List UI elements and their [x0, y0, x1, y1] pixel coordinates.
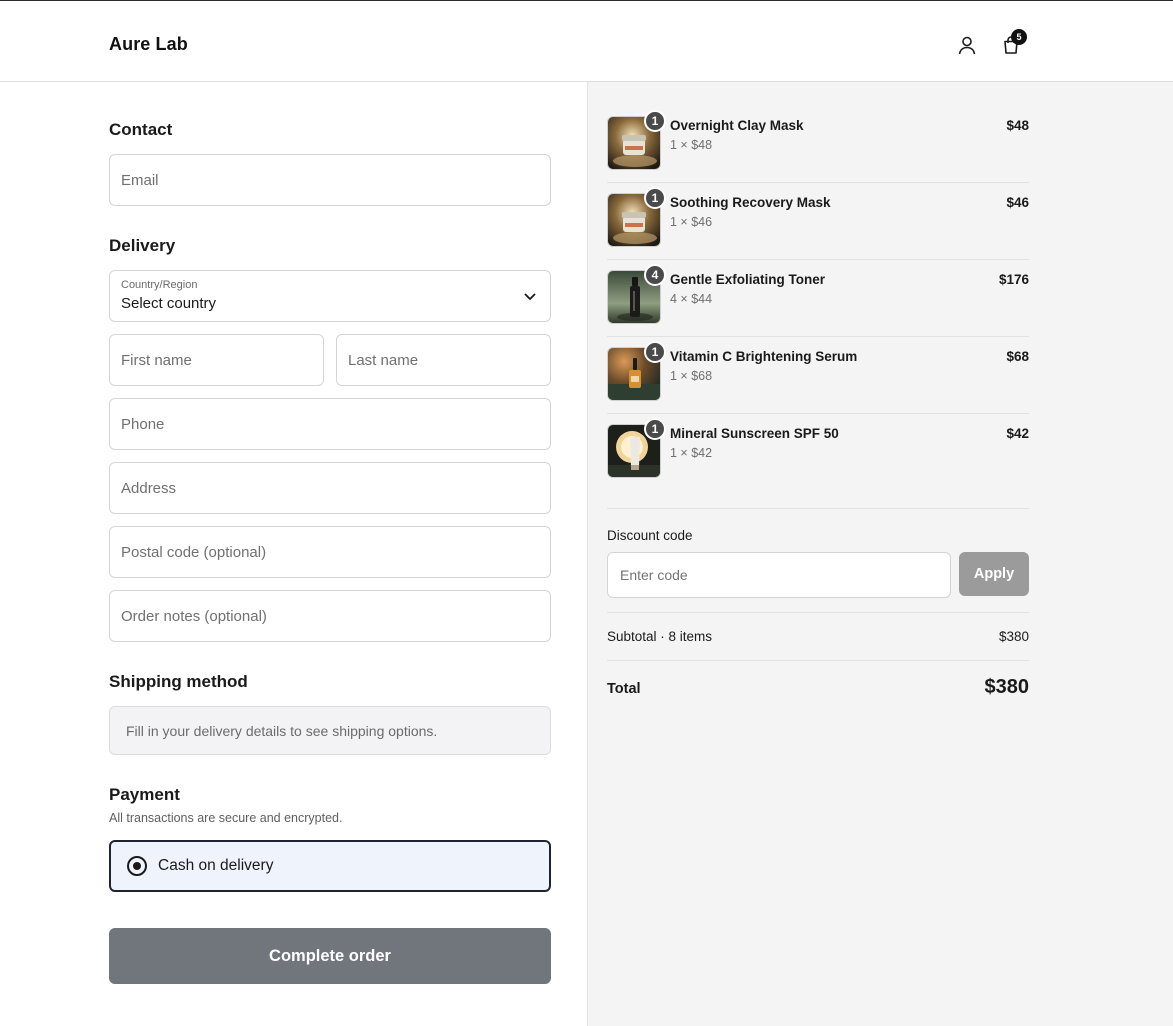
- apply-discount-button[interactable]: Apply: [959, 552, 1029, 596]
- complete-order-button[interactable]: Complete order: [109, 928, 551, 984]
- item-total-price: $48: [1006, 118, 1029, 133]
- order-notes-input[interactable]: [110, 591, 550, 641]
- item-total-price: $176: [998, 272, 1029, 287]
- cart-item: 1 Overnight Clay Mask 1 × $48 $48: [607, 106, 1029, 183]
- item-total-price: $68: [1006, 349, 1029, 364]
- discount-code-input[interactable]: [608, 553, 950, 597]
- discount-field[interactable]: [607, 552, 951, 598]
- radio-selected-icon[interactable]: [127, 856, 147, 876]
- country-select[interactable]: Country/Region Select country: [109, 270, 551, 322]
- item-unit-price: 1 × $42: [670, 446, 713, 460]
- subtotal-value: $380: [998, 629, 1029, 644]
- item-unit-price: 4 × $44: [670, 292, 713, 306]
- cart-item: 1 Vitamin C Brightening Serum 1 × $68 $6…: [607, 337, 1029, 414]
- quantity-badge: 4: [644, 264, 666, 286]
- account-icon[interactable]: [955, 33, 979, 57]
- postal-code-field[interactable]: [109, 526, 551, 578]
- contact-heading: Contact: [109, 120, 173, 139]
- first-name-input[interactable]: [110, 335, 323, 385]
- item-name: Vitamin C Brightening Serum: [670, 349, 858, 364]
- first-name-field[interactable]: [109, 334, 324, 386]
- payment-option-label: Cash on delivery: [158, 857, 274, 874]
- item-unit-price: 1 × $48: [670, 138, 713, 152]
- country-select-value: Select country: [121, 295, 217, 312]
- quantity-badge: 1: [644, 110, 666, 132]
- total-label: Total: [607, 681, 641, 697]
- postal-code-input[interactable]: [110, 527, 550, 577]
- chevron-down-icon: [524, 293, 536, 301]
- item-unit-price: 1 × $68: [670, 369, 713, 383]
- item-name: Mineral Sunscreen SPF 50: [670, 426, 839, 441]
- cart-item: 1 Mineral Sunscreen SPF 50 1 × $42 $42: [607, 414, 1029, 491]
- divider: [607, 508, 1029, 509]
- cart-item: 1 Soothing Recovery Mask 1 × $46 $46: [607, 183, 1029, 260]
- delivery-heading: Delivery: [109, 236, 176, 255]
- quantity-badge: 1: [644, 418, 666, 440]
- shipping-info-box: Fill in your delivery details to see shi…: [109, 706, 551, 755]
- quantity-badge: 1: [644, 341, 666, 363]
- payment-heading: Payment: [109, 785, 180, 804]
- email-input[interactable]: [110, 155, 550, 205]
- shipping-heading: Shipping method: [109, 672, 248, 691]
- email-field[interactable]: [109, 154, 551, 206]
- item-name: Soothing Recovery Mask: [670, 195, 831, 210]
- brand-logo[interactable]: Aure Lab: [109, 34, 188, 55]
- item-name: Overnight Clay Mask: [670, 118, 804, 133]
- item-name: Gentle Exfoliating Toner: [670, 272, 826, 287]
- address-field[interactable]: [109, 462, 551, 514]
- total-value: $380: [984, 676, 1030, 698]
- payment-option-cod[interactable]: Cash on delivery: [109, 840, 551, 892]
- divider: [607, 612, 1029, 613]
- phone-input[interactable]: [110, 399, 550, 449]
- subtotal-label: Subtotal · 8 items: [607, 629, 713, 644]
- site-header: Aure Lab 5: [0, 1, 1173, 82]
- payment-subtitle: All transactions are secure and encrypte…: [109, 811, 343, 825]
- item-unit-price: 1 × $46: [670, 215, 713, 229]
- phone-field[interactable]: [109, 398, 551, 450]
- quantity-badge: 1: [644, 187, 666, 209]
- item-total-price: $42: [1006, 426, 1029, 441]
- cart-item: 4 Gentle Exfoliating Toner 4 × $44 $176: [607, 260, 1029, 337]
- last-name-input[interactable]: [337, 335, 550, 385]
- country-select-label: Country/Region: [121, 279, 198, 291]
- discount-label: Discount code: [607, 528, 693, 543]
- item-total-price: $46: [1006, 195, 1029, 210]
- order-notes-field[interactable]: [109, 590, 551, 642]
- last-name-field[interactable]: [336, 334, 551, 386]
- cart-count-badge: 5: [1011, 29, 1027, 45]
- address-input[interactable]: [110, 463, 550, 513]
- divider: [607, 660, 1029, 661]
